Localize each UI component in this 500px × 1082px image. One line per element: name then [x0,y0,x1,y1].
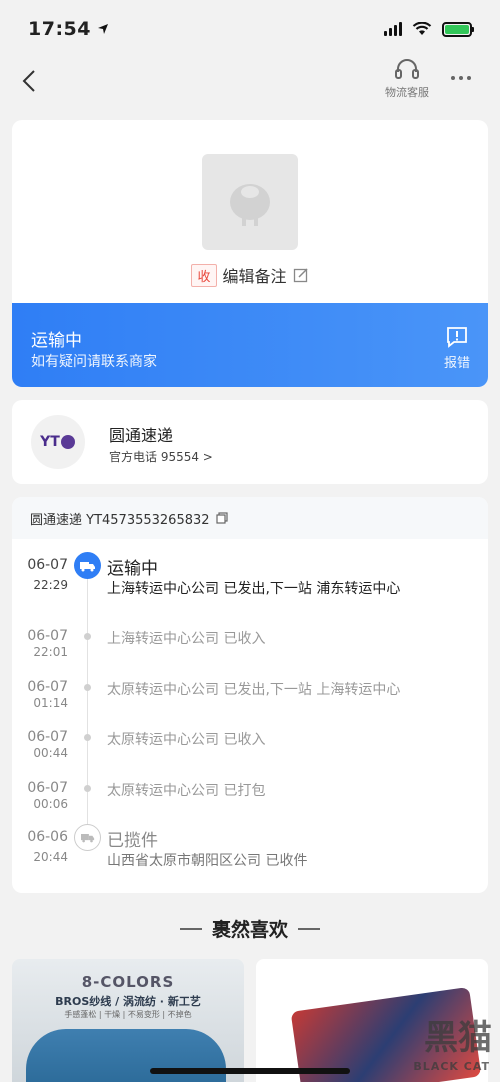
logistics-service-label: 物流客服 [385,86,429,99]
tracking-number-row[interactable]: 圆通速递 YT4573553265832 [12,497,488,539]
status-subtitle: 如有疑问请联系商家 [31,354,157,370]
edit-note-label: 编辑备注 [222,267,287,286]
courier-logo-mark-icon [60,435,75,449]
status-bar: 17:54 [0,0,500,58]
headset-icon [395,59,419,79]
timeline-dot [84,633,91,640]
event-date: 06-07 [27,628,68,644]
event-time: 01:14 [33,696,68,710]
edit-icon [293,268,308,283]
event-time: 00:06 [33,797,68,811]
event-date: 06-07 [27,557,68,573]
truck-icon [74,552,101,579]
chevron-left-icon [22,70,35,92]
receive-tag: 收 [191,263,217,287]
event-text: 太原转运中心公司 已发出,下一站 上海转运中心 [107,682,401,698]
tracking-card: 圆通速递 YT4573553265832 06-07 22:29 运输中 上海转… [12,497,488,893]
event-text: 上海转运中心公司 已发出,下一站 浦东转运中心 [107,581,401,597]
shipping-status-banner: 运输中 如有疑问请联系商家 报错 [12,303,488,387]
event-title: 运输中 [107,559,158,579]
status-icons [384,21,474,37]
product-banner-subtitle: BROS纱线 / 涡流纺 · 新工艺 [55,995,201,1008]
battery-icon [442,21,474,37]
pickup-truck-icon [74,824,101,851]
event-date: 06-07 [27,780,68,796]
courier-name: 圆通速递 [109,426,174,445]
logistics-service-button[interactable]: 物流客服 [380,58,434,106]
courier-card[interactable]: YT 圆通速递 官方电话 95554 > [12,400,488,484]
more-dot-icon [459,76,463,80]
event-text: 太原转运中心公司 已收入 [107,732,266,748]
event-time: 22:29 [33,578,68,592]
event-date: 06-07 [27,729,68,745]
event-text: 山西省太原市朝阳区公司 已收件 [107,853,308,869]
cellular-signal-icon [384,22,402,36]
watermark-subtext: BLACK CAT [413,1060,490,1073]
note-row[interactable]: 收 编辑备注 [12,263,488,287]
timeline-dot [84,785,91,792]
status-time: 17:54 [28,18,109,40]
nav-bar: 物流客服 [0,58,500,110]
product-thumbnail[interactable] [202,154,298,250]
report-error-button[interactable]: 报错 [444,325,470,371]
status-title: 运输中 [31,331,82,351]
recommend-section-title: 裹然喜欢 [0,915,500,942]
report-label: 报错 [443,356,470,371]
divider [298,927,320,930]
location-arrow-icon [97,24,108,34]
event-time: 20:44 [33,850,68,864]
event-date: 06-06 [27,829,68,845]
courier-logo: YT [31,415,85,469]
courier-logo-text: YT [40,434,60,450]
copy-icon[interactable] [215,512,228,524]
back-button[interactable] [14,64,44,98]
tracking-number: 圆通速递 YT4573553265832 [30,512,210,528]
product-image [26,1029,226,1082]
event-text: 太原转运中心公司 已打包 [107,783,266,799]
home-indicator[interactable] [150,1068,350,1074]
divider [179,927,202,930]
watermark-logo: 黑猫 [424,1018,492,1058]
courier-phone-link[interactable]: 官方电话 95554 > [109,448,213,465]
package-card: 收 编辑备注 运输中 如有疑问请联系商家 报错 [12,120,488,387]
event-time: 22:01 [33,645,68,659]
product-banner-title: 8-COLORS [81,973,175,991]
event-title: 已揽件 [107,831,158,851]
more-dot-icon [467,76,471,80]
placeholder-image-icon [230,184,270,226]
timeline-dot [84,734,91,741]
wifi-icon [412,22,432,35]
report-icon [447,327,467,348]
event-date: 06-07 [27,679,68,695]
recommend-title-text: 裹然喜欢 [211,919,288,941]
more-dot-icon [451,76,455,80]
time-text: 17:54 [28,18,91,40]
product-banner-features: 手感蓬松 | 干燥 | 不易变形 | 不掉色 [64,1010,192,1019]
timeline-dot [84,684,91,691]
more-button[interactable] [446,68,476,88]
event-text: 上海转运中心公司 已收入 [107,631,266,647]
event-time: 00:44 [33,746,68,760]
recommend-product-card[interactable]: 8-COLORS BROS纱线 / 涡流纺 · 新工艺 手感蓬松 | 干燥 | … [12,959,244,1082]
